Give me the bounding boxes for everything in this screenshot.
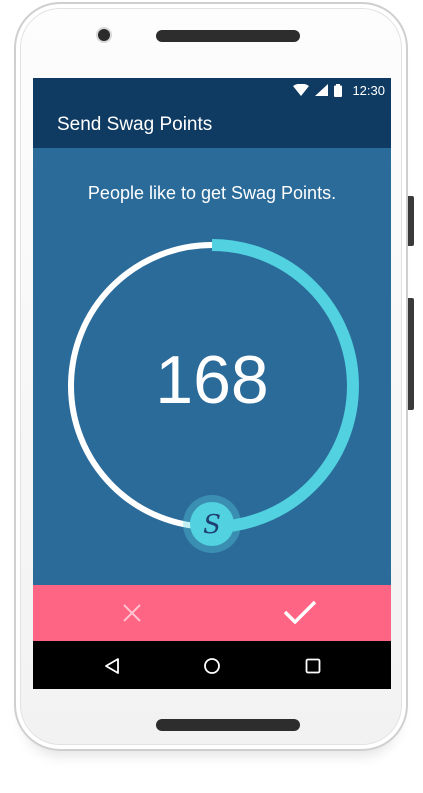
- bottom-speaker: [156, 719, 300, 731]
- volume-button: [408, 298, 414, 410]
- action-bar: [33, 585, 391, 641]
- dial-handle[interactable]: S: [183, 495, 241, 553]
- close-icon[interactable]: [122, 603, 142, 623]
- home-icon[interactable]: [203, 657, 221, 675]
- points-value: 168: [155, 342, 269, 418]
- recents-icon[interactable]: [305, 658, 321, 674]
- handle-label: S: [203, 510, 221, 540]
- front-camera: [98, 29, 110, 41]
- check-icon[interactable]: [283, 600, 317, 624]
- nav-bar: [33, 641, 391, 689]
- screen: 12:30 Send Swag Points People like to ge…: [33, 78, 391, 689]
- earpiece-speaker: [156, 30, 300, 42]
- back-icon[interactable]: [104, 657, 120, 675]
- power-button: [408, 196, 414, 246]
